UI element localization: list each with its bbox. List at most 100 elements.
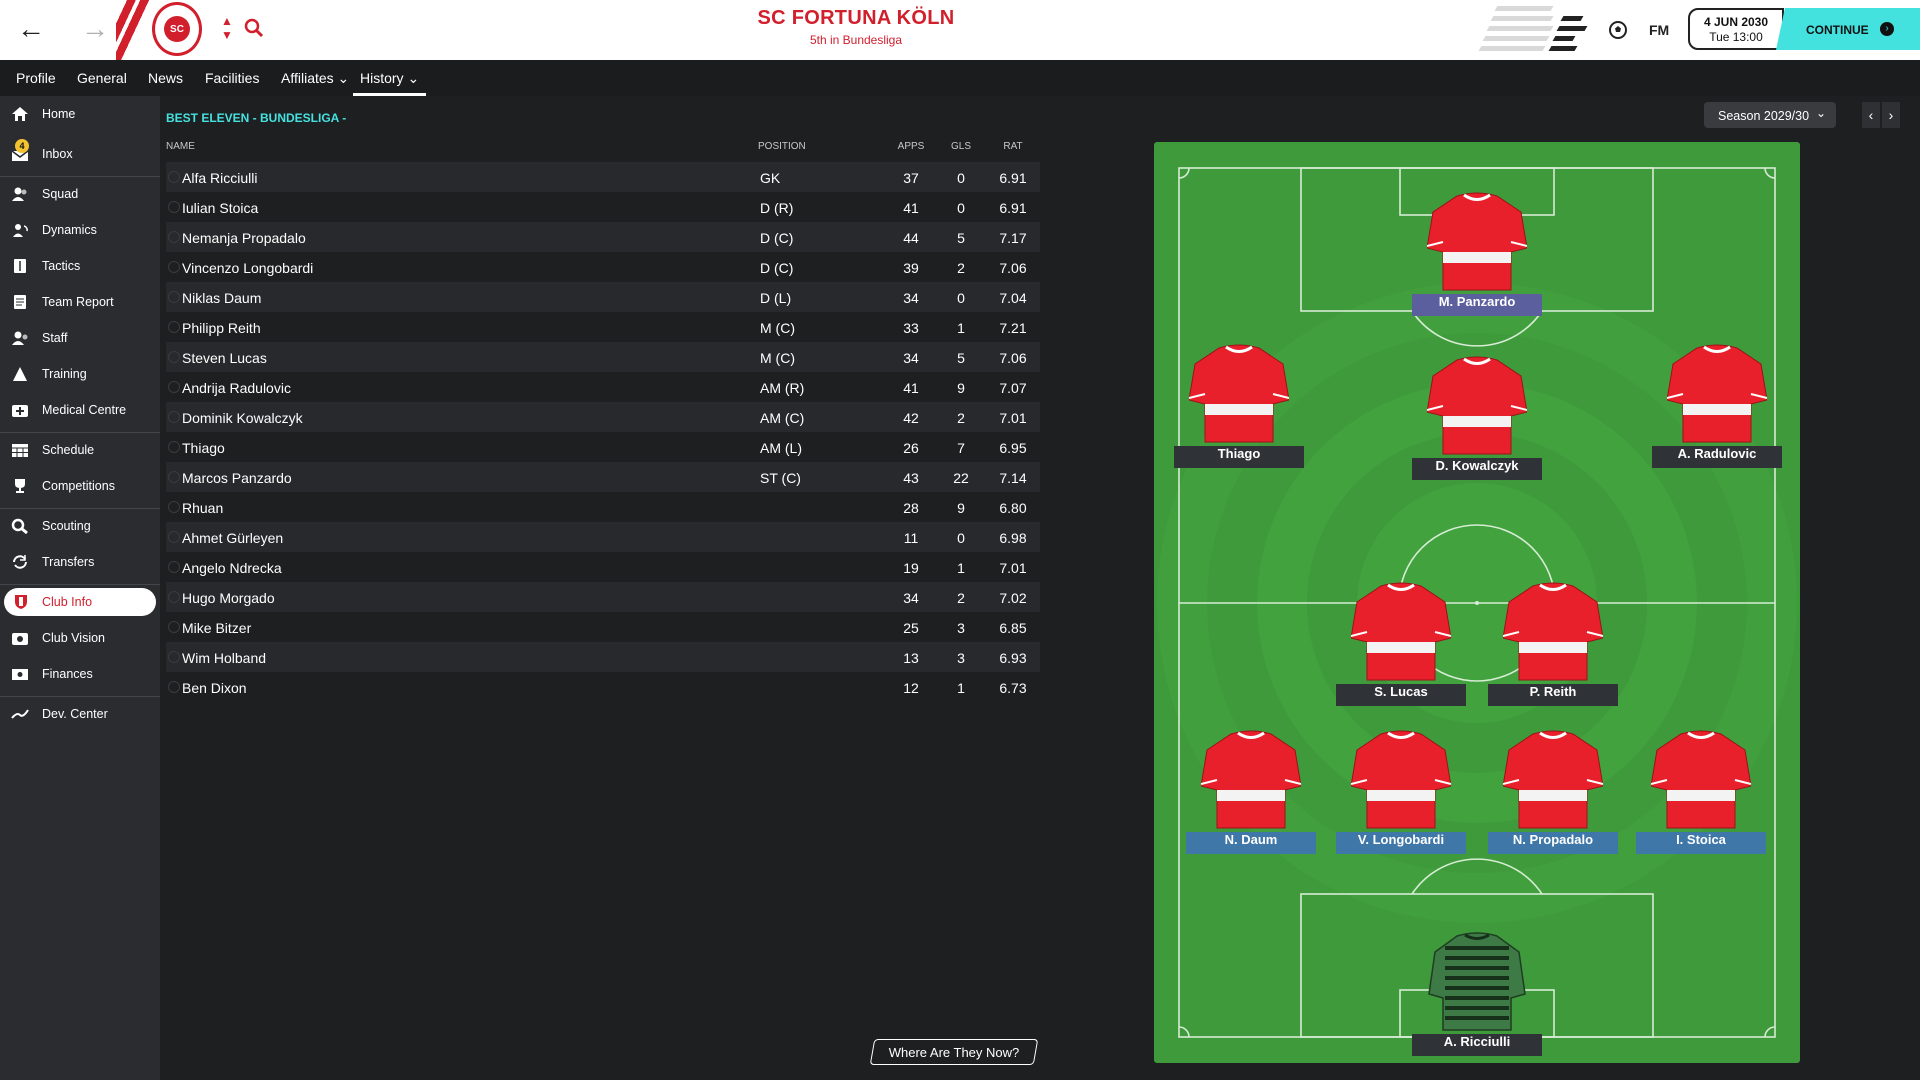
- pitch-player[interactable]: P. Reith: [1488, 580, 1618, 710]
- sidebar-item-dev-center[interactable]: Dev. Center: [0, 697, 160, 731]
- pitch-player[interactable]: A. Radulovic: [1652, 342, 1782, 472]
- sidebar-item-label: Scouting: [42, 519, 91, 533]
- table-row[interactable]: Marcos Panzardo ST (C) 43 22 7.14: [166, 462, 1040, 492]
- next-season-icon[interactable]: ›: [1882, 102, 1900, 128]
- pitch-player-label[interactable]: A. Ricciulli: [1412, 1034, 1542, 1056]
- pitch-player[interactable]: N. Daum: [1186, 728, 1316, 858]
- table-row[interactable]: Philipp Reith M (C) 33 1 7.21: [166, 312, 1040, 342]
- tab-affiliates[interactable]: Affiliates ⌄: [281, 60, 349, 96]
- sidebar-item-team-report[interactable]: Team Report: [0, 285, 160, 319]
- player-name[interactable]: Hugo Morgado: [182, 590, 275, 606]
- sidebar-item-competitions[interactable]: Competitions: [0, 469, 160, 503]
- menu-stripes-icon[interactable]: [1478, 4, 1590, 58]
- table-row[interactable]: Vincenzo Longobardi D (C) 39 2 7.06: [166, 252, 1040, 282]
- player-name[interactable]: Angelo Ndrecka: [182, 560, 282, 576]
- continue-label[interactable]: CONTINUE: [1806, 23, 1869, 37]
- table-row[interactable]: Wim Holband 13 3 6.93: [166, 642, 1040, 672]
- sidebar-item-transfers[interactable]: Transfers: [0, 545, 160, 579]
- player-name[interactable]: Ahmet Gürleyen: [182, 530, 283, 546]
- pitch-player-label[interactable]: N. Daum: [1186, 832, 1316, 854]
- sidebar-item-club-info[interactable]: Club Info: [0, 585, 160, 619]
- tab-news[interactable]: News: [148, 60, 183, 96]
- pitch-player[interactable]: Thiago: [1174, 342, 1304, 472]
- chevron-down-icon[interactable]: ⌄: [1816, 106, 1826, 120]
- club-name[interactable]: SC FORTUNA KÖLN: [0, 7, 1712, 30]
- player-apps: 13: [903, 650, 919, 666]
- previous-season-icon[interactable]: ‹: [1862, 102, 1880, 128]
- pitch-player-label[interactable]: N. Propadalo: [1488, 832, 1618, 854]
- table-row[interactable]: Nemanja Propadalo D (C) 44 5 7.17: [166, 222, 1040, 252]
- pitch-player[interactable]: N. Propadalo: [1488, 728, 1618, 858]
- pitch-player-label[interactable]: M. Panzardo: [1412, 294, 1542, 316]
- pitch-player-label[interactable]: Thiago: [1174, 446, 1304, 468]
- column-header-apps[interactable]: APPS: [886, 141, 936, 152]
- sidebar-item-medical-centre[interactable]: Medical Centre: [0, 393, 160, 427]
- table-row[interactable]: Steven Lucas M (C) 34 5 7.06: [166, 342, 1040, 372]
- column-header-gls[interactable]: GLS: [936, 141, 986, 152]
- player-name[interactable]: Ben Dixon: [182, 680, 247, 696]
- table-row[interactable]: Ben Dixon 12 1 6.73: [166, 672, 1040, 702]
- column-header-name[interactable]: NAME: [166, 141, 195, 152]
- date-display[interactable]: 4 JUN 2030 Tue 13:00: [1688, 8, 1784, 50]
- pitch-player-label[interactable]: A. Radulovic: [1652, 446, 1782, 468]
- pitch-player[interactable]: I. Stoica: [1636, 728, 1766, 858]
- table-row[interactable]: Ahmet Gürleyen 11 0 6.98: [166, 522, 1040, 552]
- column-header-position[interactable]: POSITION: [758, 141, 806, 152]
- tab-history[interactable]: History ⌄: [353, 60, 427, 96]
- player-name[interactable]: Steven Lucas: [182, 350, 267, 366]
- season-value[interactable]: Season 2029/30: [1718, 109, 1809, 123]
- pitch-player[interactable]: A. Ricciulli: [1412, 930, 1542, 1060]
- sidebar-item-squad[interactable]: Squad: [0, 177, 160, 211]
- player-name[interactable]: Alfa Ricciulli: [182, 170, 257, 186]
- table-row[interactable]: Rhuan 28 9 6.80: [166, 492, 1040, 522]
- table-row[interactable]: Niklas Daum D (L) 34 0 7.04: [166, 282, 1040, 312]
- player-name[interactable]: Thiago: [182, 440, 225, 456]
- sidebar-item-tactics[interactable]: Tactics: [0, 249, 160, 283]
- football-icon[interactable]: [1608, 20, 1628, 40]
- table-row[interactable]: Mike Bitzer 25 3 6.85: [166, 612, 1040, 642]
- tab-profile[interactable]: Profile: [16, 60, 56, 96]
- pitch-player-label[interactable]: D. Kowalczyk: [1412, 458, 1542, 480]
- player-name[interactable]: Iulian Stoica: [182, 200, 258, 216]
- table-row[interactable]: Iulian Stoica D (R) 41 0 6.91: [166, 192, 1040, 222]
- pitch-player[interactable]: M. Panzardo: [1412, 190, 1542, 320]
- table-row[interactable]: Andrija Radulovic AM (R) 41 9 7.07: [166, 372, 1040, 402]
- pitch-player[interactable]: V. Longobardi: [1336, 728, 1466, 858]
- player-name[interactable]: Wim Holband: [182, 650, 266, 666]
- sidebar-item-schedule[interactable]: Schedule: [0, 433, 160, 467]
- pitch-player-label[interactable]: I. Stoica: [1636, 832, 1766, 854]
- where-are-they-now-label[interactable]: Where Are They Now?: [872, 1045, 1036, 1060]
- fm-logo[interactable]: FM: [1649, 22, 1669, 38]
- tab-facilities[interactable]: Facilities: [205, 60, 259, 96]
- player-name[interactable]: Andrija Radulovic: [182, 380, 291, 396]
- player-name[interactable]: Niklas Daum: [182, 290, 261, 306]
- sidebar-item-club-vision[interactable]: Club Vision: [0, 621, 160, 655]
- table-row[interactable]: Dominik Kowalczyk AM (C) 42 2 7.01: [166, 402, 1040, 432]
- player-name[interactable]: Nemanja Propadalo: [182, 230, 306, 246]
- tab-general[interactable]: General: [77, 60, 127, 96]
- table-row[interactable]: Hugo Morgado 34 2 7.02: [166, 582, 1040, 612]
- pitch-player[interactable]: D. Kowalczyk: [1412, 354, 1542, 484]
- table-row[interactable]: Angelo Ndrecka 19 1 7.01: [166, 552, 1040, 582]
- continue-arrow-icon[interactable]: ›: [1880, 22, 1894, 36]
- player-name[interactable]: Rhuan: [182, 500, 223, 516]
- player-name[interactable]: Vincenzo Longobardi: [182, 260, 313, 276]
- sidebar-item-scouting[interactable]: Scouting: [0, 509, 160, 543]
- player-name[interactable]: Mike Bitzer: [182, 620, 251, 636]
- sidebar-item-staff[interactable]: Staff: [0, 321, 160, 355]
- sidebar-item-training[interactable]: Training: [0, 357, 160, 391]
- sidebar-item-inbox[interactable]: 4 Inbox: [0, 137, 160, 171]
- pitch-player-label[interactable]: P. Reith: [1488, 684, 1618, 706]
- pitch-player[interactable]: S. Lucas: [1336, 580, 1466, 710]
- player-name[interactable]: Dominik Kowalczyk: [182, 410, 303, 426]
- sidebar-item-home[interactable]: Home: [0, 97, 160, 131]
- pitch-player-label[interactable]: V. Longobardi: [1336, 832, 1466, 854]
- player-name[interactable]: Marcos Panzardo: [182, 470, 292, 486]
- sidebar-item-finances[interactable]: Finances: [0, 657, 160, 691]
- player-name[interactable]: Philipp Reith: [182, 320, 261, 336]
- table-row[interactable]: Thiago AM (L) 26 7 6.95: [166, 432, 1040, 462]
- pitch-player-label[interactable]: S. Lucas: [1336, 684, 1466, 706]
- column-header-rat[interactable]: RAT: [986, 141, 1040, 152]
- table-row[interactable]: Alfa Ricciulli GK 37 0 6.91: [166, 162, 1040, 192]
- sidebar-item-dynamics[interactable]: Dynamics: [0, 213, 160, 247]
